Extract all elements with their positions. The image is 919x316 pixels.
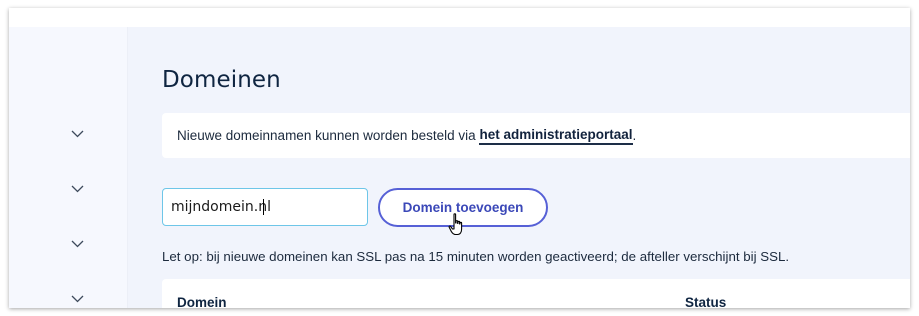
main-content: Domeinen Nieuwe domeinnamen kunnen worde… bbox=[128, 27, 910, 308]
ssl-warning: Let op: bij nieuwe domeinen kan SSL pas … bbox=[162, 249, 790, 264]
page-title: Domeinen bbox=[162, 67, 281, 93]
chevron-down-icon[interactable] bbox=[70, 294, 84, 304]
chevron-down-icon[interactable] bbox=[70, 129, 84, 139]
info-notice: Nieuwe domeinnamen kunnen worden besteld… bbox=[162, 113, 910, 158]
add-domain-button[interactable]: Domein toevoegen bbox=[378, 188, 548, 227]
notice-suffix: . bbox=[632, 128, 637, 143]
top-bar bbox=[9, 8, 910, 27]
admin-portal-link[interactable]: het administratieportaal bbox=[479, 127, 633, 145]
text-caret bbox=[263, 199, 264, 215]
app-window: Domeinen Nieuwe domeinnamen kunnen worde… bbox=[9, 8, 910, 308]
sidebar bbox=[9, 27, 128, 308]
domains-table-header: Domein Status bbox=[162, 279, 910, 308]
domain-input[interactable] bbox=[162, 188, 368, 226]
chevron-down-icon[interactable] bbox=[70, 184, 84, 194]
chevron-down-icon[interactable] bbox=[70, 239, 84, 249]
notice-text: Nieuwe domeinnamen kunnen worden besteld… bbox=[177, 128, 480, 143]
column-header-domain[interactable]: Domein bbox=[177, 295, 227, 308]
column-header-status[interactable]: Status bbox=[685, 295, 726, 308]
